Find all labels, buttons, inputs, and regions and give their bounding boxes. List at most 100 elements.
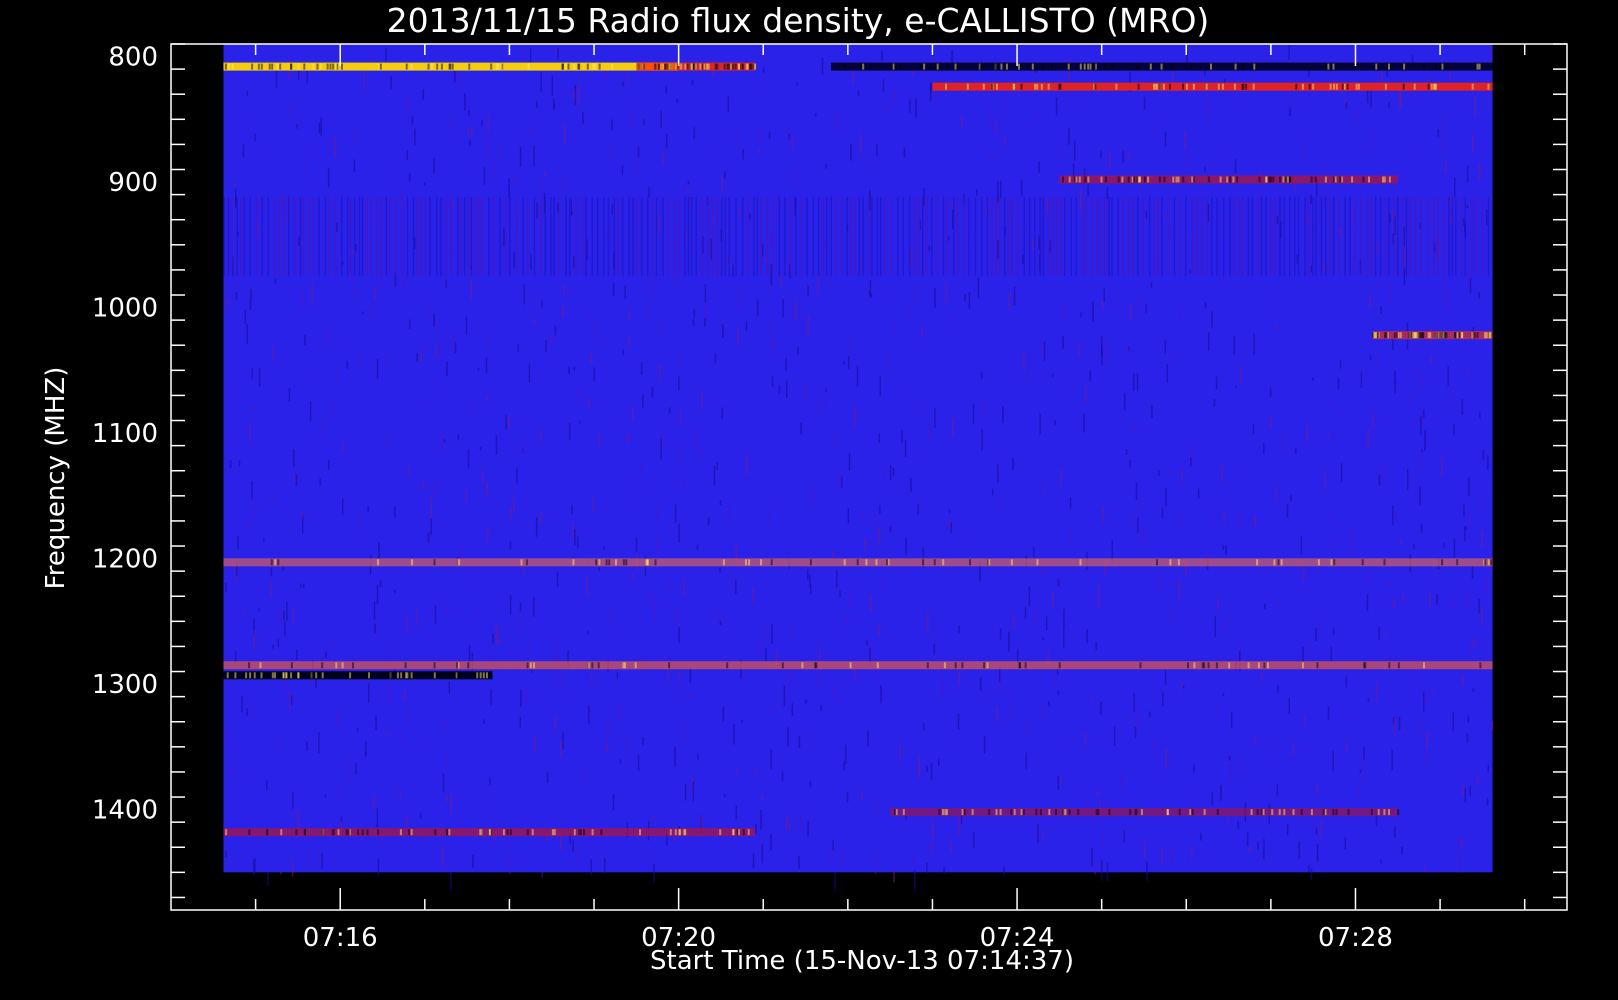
band-speck <box>1189 809 1192 816</box>
noise-speck <box>1123 830 1125 843</box>
noise-speck <box>309 401 312 422</box>
band-speck <box>1332 63 1335 70</box>
noise-speck <box>786 380 788 398</box>
noise-speck <box>1125 449 1128 456</box>
noise-speck <box>336 222 338 232</box>
noise-speck <box>760 809 762 830</box>
noise-speck <box>692 318 695 327</box>
noise-speck <box>470 278 473 299</box>
noise-speck <box>438 484 440 490</box>
noise-speck <box>528 363 531 383</box>
noise-speck <box>738 209 740 217</box>
noise-speck <box>1038 161 1040 174</box>
noise-speck <box>258 608 261 612</box>
band-speck <box>1234 63 1237 70</box>
band-speck <box>865 559 868 566</box>
striation-line <box>647 197 649 277</box>
noise-speck <box>771 707 773 714</box>
striation-line <box>772 197 774 277</box>
band-speck <box>933 559 936 566</box>
band-speck <box>658 63 661 70</box>
band-speck <box>341 63 343 70</box>
band-speck <box>943 662 946 669</box>
noise-speck <box>1232 475 1234 479</box>
noise-speck <box>794 301 797 322</box>
noise-speck <box>409 319 411 329</box>
noise-speck <box>869 190 871 211</box>
noise-speck <box>1171 844 1173 865</box>
noise-speck <box>367 505 369 513</box>
noise-speck <box>407 99 409 113</box>
band-speck <box>742 829 745 836</box>
noise-speck <box>762 67 765 73</box>
noise-speck <box>632 573 634 580</box>
noise-speck <box>783 685 786 707</box>
striation-line <box>909 197 911 277</box>
striation-line <box>968 197 970 277</box>
band-speck <box>1312 83 1315 90</box>
noise-speck <box>842 681 844 688</box>
noise-speck <box>562 305 565 317</box>
noise-speck <box>1171 605 1173 623</box>
noise-speck <box>478 282 481 290</box>
band-speck <box>335 662 338 669</box>
noise-speck <box>1391 749 1393 771</box>
band-speck <box>253 672 256 679</box>
band-speck <box>578 63 581 70</box>
noise-speck <box>707 517 710 526</box>
noise-speck <box>528 637 530 653</box>
band-speck <box>979 63 982 70</box>
striation-line <box>778 197 780 277</box>
band-speck <box>668 63 671 70</box>
noise-speck <box>682 578 685 597</box>
noise-speck <box>997 240 999 259</box>
band-speck <box>1000 63 1003 70</box>
striation-line <box>1448 197 1450 277</box>
striation-line <box>622 197 624 277</box>
noise-speck <box>677 351 680 367</box>
band-speck <box>1397 809 1400 816</box>
noise-speck <box>289 289 292 296</box>
noise-speck <box>626 77 629 86</box>
band-speck <box>1192 83 1195 90</box>
noise-speck <box>892 261 895 265</box>
noise-speck <box>1461 782 1464 797</box>
noise-speck <box>394 590 396 594</box>
band-speck <box>662 63 665 70</box>
band-speck <box>1047 83 1050 90</box>
noise-speck <box>621 165 624 176</box>
noise-speck <box>950 522 952 534</box>
noise-speck <box>942 676 944 697</box>
noise-speck <box>1275 323 1277 329</box>
noise-speck <box>1165 487 1167 507</box>
band-speck <box>377 829 380 836</box>
band-speck <box>290 672 293 679</box>
noise-speck <box>852 575 854 582</box>
noise-speck <box>894 88 896 103</box>
band-speck <box>801 662 804 669</box>
band-speck <box>280 672 282 679</box>
noise-speck <box>977 277 980 299</box>
noise-speck <box>1221 157 1223 167</box>
striation-line <box>1137 197 1139 277</box>
striation-line <box>581 197 584 277</box>
noise-speck <box>523 283 525 305</box>
band-speck <box>594 63 597 70</box>
striation-line <box>818 197 820 277</box>
noise-speck <box>662 428 664 447</box>
band-speck <box>1279 176 1282 183</box>
noise-speck <box>1166 363 1168 383</box>
noise-speck <box>672 279 674 285</box>
band-speck <box>1434 332 1437 339</box>
band-speck <box>1226 176 1229 183</box>
noise-speck <box>399 789 401 799</box>
band-speck <box>1100 176 1103 183</box>
band-speck <box>479 672 482 679</box>
noise-speck <box>1136 708 1139 729</box>
striation-line <box>1294 197 1296 277</box>
band-speck <box>1084 176 1087 183</box>
noise-speck <box>893 90 895 95</box>
noise-speck <box>1313 260 1315 264</box>
band-speck <box>1263 662 1266 669</box>
noise-speck <box>306 68 308 84</box>
